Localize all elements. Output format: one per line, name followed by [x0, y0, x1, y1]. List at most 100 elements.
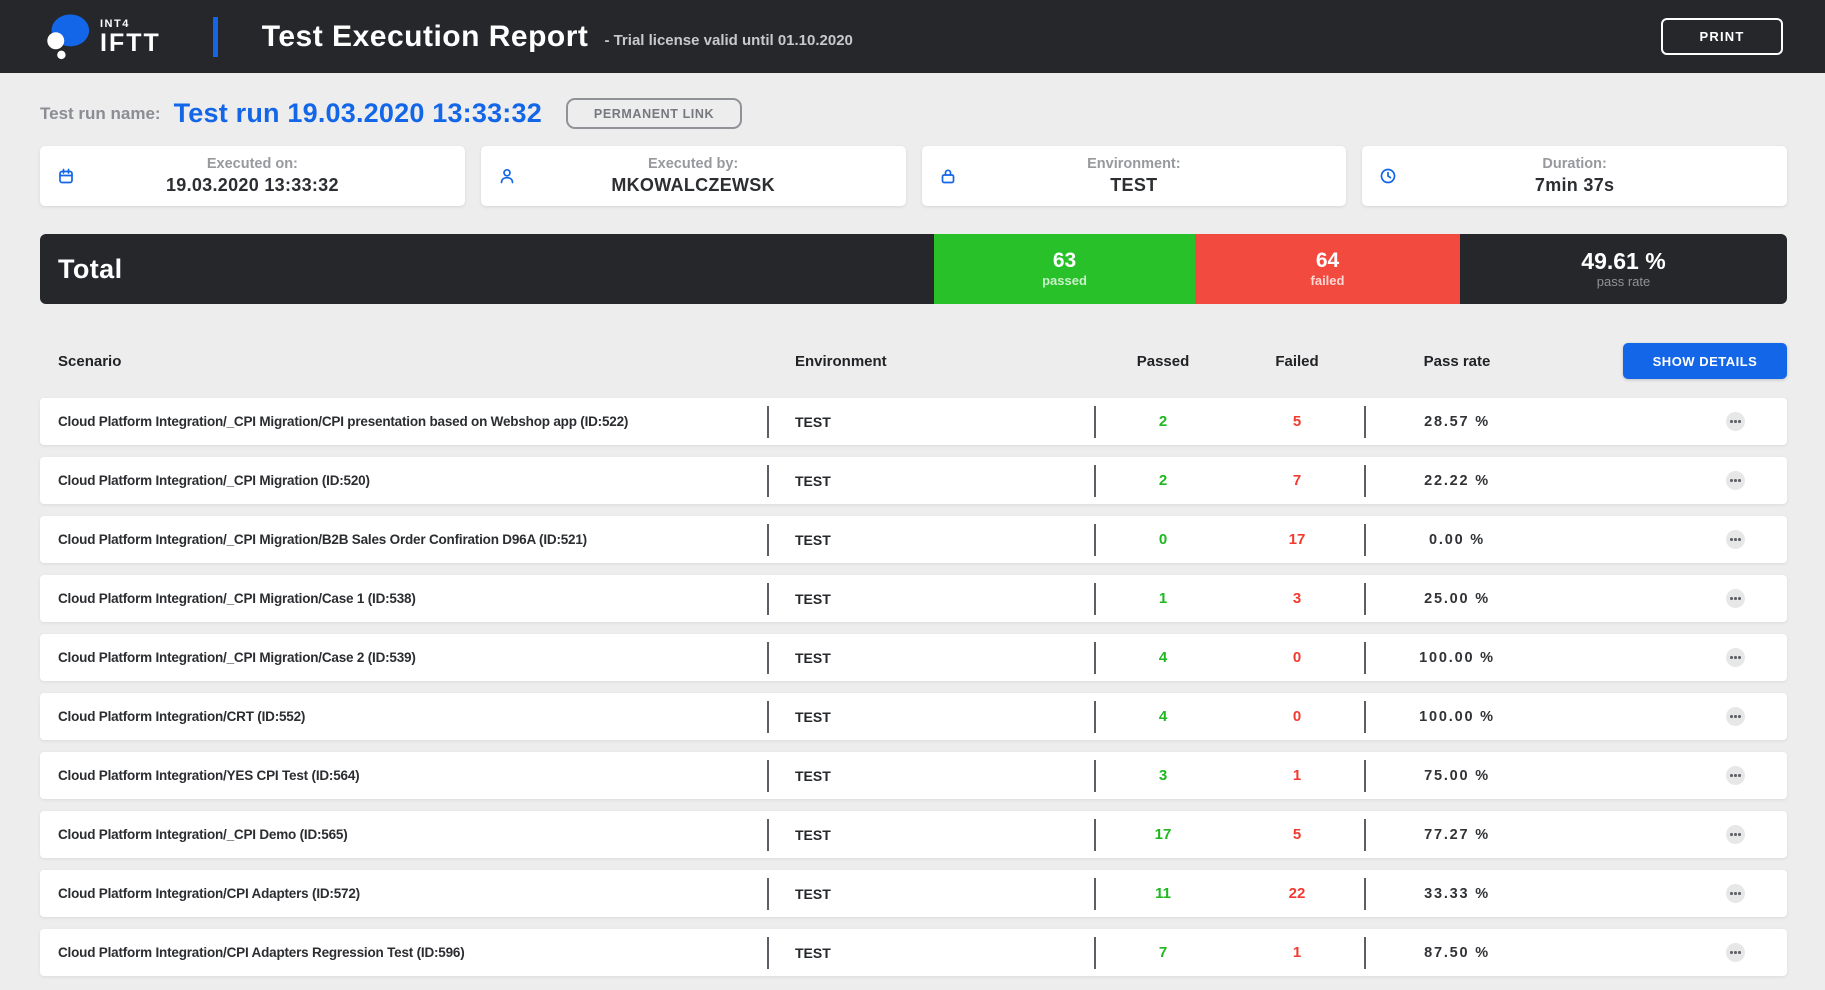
column-header-scenario: Scenario: [40, 353, 767, 370]
clock-icon: [1379, 167, 1397, 185]
test-run-name-label: Test run name:: [40, 104, 161, 124]
info-card-executed-by: Executed by: MKOWALCZEWSK: [481, 146, 906, 206]
table-row: Cloud Platform Integration/_CPI Demo (ID…: [40, 811, 1787, 858]
totals-failed-label: failed: [1311, 274, 1345, 289]
environment-cell: TEST: [769, 886, 1094, 902]
test-run-row: Test run name: Test run 19.03.2020 13:33…: [40, 98, 1787, 129]
info-card-value: TEST: [922, 175, 1347, 196]
failed-cell: 22: [1230, 885, 1364, 902]
row-actions-button[interactable]: [1726, 884, 1745, 903]
row-actions-button[interactable]: [1726, 707, 1745, 726]
test-run-name: Test run 19.03.2020 13:33:32: [174, 98, 542, 129]
row-actions-cell: [1548, 530, 1787, 549]
failed-cell: 5: [1230, 413, 1364, 430]
row-actions-cell: [1548, 943, 1787, 962]
table-row: Cloud Platform Integration/_CPI Migratio…: [40, 398, 1787, 445]
row-actions-button[interactable]: [1726, 471, 1745, 490]
row-actions-cell: [1548, 766, 1787, 785]
scenario-cell: Cloud Platform Integration/CPI Adapters …: [40, 886, 767, 901]
ellipsis-icon: [1730, 420, 1733, 423]
info-card-environment: Environment: TEST: [922, 146, 1347, 206]
pass-rate-cell: 28.57 %: [1366, 414, 1548, 430]
info-card-value: 19.03.2020 13:33:32: [40, 175, 465, 196]
info-card-value: 7min 37s: [1362, 175, 1787, 196]
scenario-cell: Cloud Platform Integration/_CPI Demo (ID…: [40, 827, 767, 842]
brand-divider: [213, 17, 218, 57]
environment-cell: TEST: [769, 473, 1094, 489]
totals-bar: Total 63 passed 64 failed 49.61 % pass r…: [40, 234, 1787, 304]
passed-cell: 7: [1096, 944, 1230, 961]
row-actions-button[interactable]: [1726, 530, 1745, 549]
row-actions-button[interactable]: [1726, 589, 1745, 608]
environment-cell: TEST: [769, 945, 1094, 961]
failed-cell: 17: [1230, 531, 1364, 548]
column-header-failed: Failed: [1230, 353, 1364, 370]
totals-passed-value: 63: [1053, 249, 1076, 273]
info-card-label: Executed by:: [481, 156, 906, 172]
passed-cell: 3: [1096, 767, 1230, 784]
ellipsis-icon: [1730, 774, 1733, 777]
row-actions-cell: [1548, 884, 1787, 903]
brand-logo: INT4 IFTT: [44, 12, 161, 62]
scenario-cell: Cloud Platform Integration/_CPI Migratio…: [40, 591, 767, 606]
permanent-link-button[interactable]: PERMANENT LINK: [566, 98, 742, 129]
environment-icon: [939, 167, 957, 185]
row-actions-button[interactable]: [1726, 825, 1745, 844]
show-details-button[interactable]: SHOW DETAILS: [1623, 343, 1787, 379]
passed-cell: 4: [1096, 649, 1230, 666]
page-title: Test Execution Report: [262, 20, 589, 54]
table-row: Cloud Platform Integration/CPI Adapters …: [40, 870, 1787, 917]
row-actions-button[interactable]: [1726, 766, 1745, 785]
row-actions-button[interactable]: [1726, 943, 1745, 962]
info-card-label: Executed on:: [40, 156, 465, 172]
row-actions-cell: [1548, 707, 1787, 726]
row-actions-cell: [1548, 471, 1787, 490]
passed-cell: 17: [1096, 826, 1230, 843]
column-header-pass-rate: Pass rate: [1366, 353, 1548, 370]
brand-iftt-label: IFTT: [100, 31, 161, 56]
failed-cell: 7: [1230, 472, 1364, 489]
row-actions-button[interactable]: [1726, 412, 1745, 431]
failed-cell: 1: [1230, 767, 1364, 784]
passed-cell: 2: [1096, 472, 1230, 489]
totals-label: Total: [40, 234, 934, 304]
scenario-cell: Cloud Platform Integration/_CPI Migratio…: [40, 532, 767, 547]
table-row: Cloud Platform Integration/_CPI Migratio…: [40, 634, 1787, 681]
print-button[interactable]: PRINT: [1661, 18, 1783, 55]
passed-cell: 0: [1096, 531, 1230, 548]
calendar-icon: [57, 167, 75, 185]
environment-cell: TEST: [769, 591, 1094, 607]
table-row: Cloud Platform Integration/_CPI Migratio…: [40, 516, 1787, 563]
environment-cell: TEST: [769, 827, 1094, 843]
ellipsis-icon: [1730, 833, 1733, 836]
totals-pass-rate-value: 49.61 %: [1581, 248, 1665, 274]
table-row: Cloud Platform Integration/YES CPI Test …: [40, 752, 1787, 799]
column-header-environment: Environment: [769, 353, 1094, 370]
column-header-passed: Passed: [1096, 353, 1230, 370]
ellipsis-icon: [1730, 538, 1733, 541]
ellipsis-icon: [1730, 597, 1733, 600]
failed-cell: 0: [1230, 649, 1364, 666]
totals-passed-segment: 63 passed: [934, 234, 1195, 304]
info-card-label: Environment:: [922, 156, 1347, 172]
failed-cell: 0: [1230, 708, 1364, 725]
table-row: Cloud Platform Integration/CRT (ID:552) …: [40, 693, 1787, 740]
pass-rate-cell: 25.00 %: [1366, 591, 1548, 607]
scenario-cell: Cloud Platform Integration/_CPI Migratio…: [40, 650, 767, 665]
header-bar: INT4 IFTT Test Execution Report - Trial …: [0, 0, 1825, 73]
row-actions-cell: [1548, 648, 1787, 667]
environment-cell: TEST: [769, 650, 1094, 666]
row-actions-cell: [1548, 825, 1787, 844]
row-actions-cell: [1548, 412, 1787, 431]
environment-cell: TEST: [769, 709, 1094, 725]
passed-cell: 2: [1096, 413, 1230, 430]
brand-wordmark: INT4 IFTT: [100, 19, 161, 56]
table-row: Cloud Platform Integration/_CPI Migratio…: [40, 575, 1787, 622]
environment-cell: TEST: [769, 414, 1094, 430]
row-actions-button[interactable]: [1726, 648, 1745, 667]
table-row: Cloud Platform Integration/CPI Adapters …: [40, 929, 1787, 976]
passed-cell: 1: [1096, 590, 1230, 607]
failed-cell: 5: [1230, 826, 1364, 843]
pass-rate-cell: 22.22 %: [1366, 473, 1548, 489]
failed-cell: 1: [1230, 944, 1364, 961]
